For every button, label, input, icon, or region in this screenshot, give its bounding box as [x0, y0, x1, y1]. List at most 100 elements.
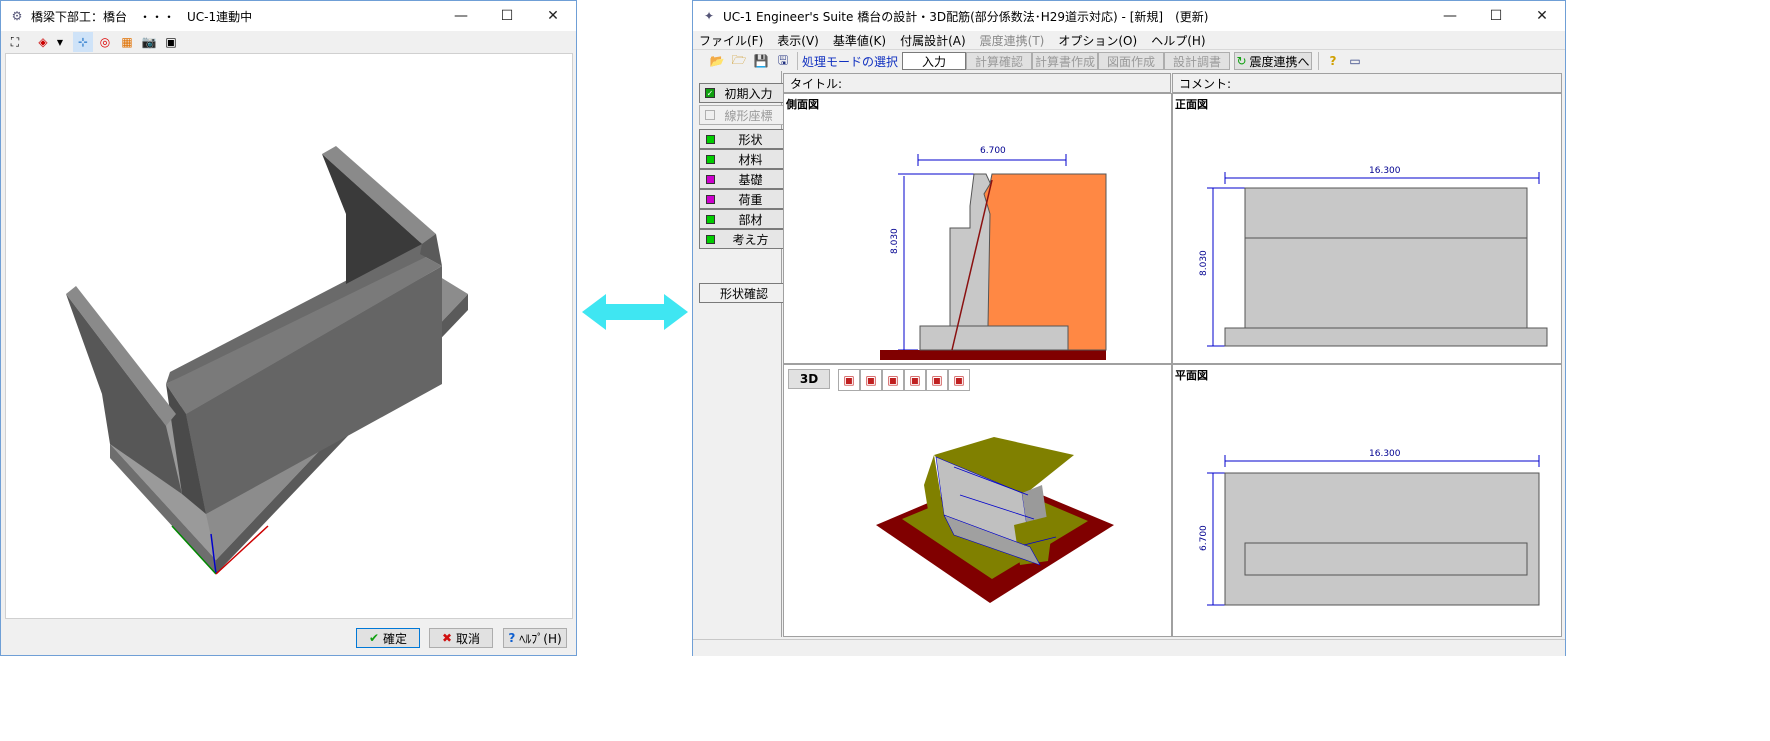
mode-select-label: 処理モードの選択 [802, 54, 899, 69]
side-width-dim: 6.700 [980, 146, 1006, 156]
close-icon[interactable]: ✕ [530, 1, 576, 31]
main-app-window: ✦ UC-1 Engineer's Suite 橋台の設計・3D配筋(部分係数法… [692, 0, 1566, 656]
main-toolbar: 📂 🗁 💾 🖫 処理モードの選択 入力 計算確認 計算書作成 図面作成 設計調書… [693, 49, 1565, 72]
maximize-icon[interactable]: ☐ [484, 1, 530, 31]
abutment-3d-model [66, 146, 468, 575]
checkbox-icon [705, 110, 715, 120]
front-view-pane[interactable]: 正面図 16.300 8.030 [1172, 93, 1562, 364]
menu-standard[interactable]: 基準値(K) [833, 32, 886, 49]
side-view-pane[interactable]: 側面図 6.700 8.030 [783, 93, 1172, 364]
help-label: ﾍﾙﾌﾟ(H) [519, 631, 562, 646]
sidebar-item-label: 荷重 [738, 192, 763, 207]
viewer-3d-window: ⚙ 橋梁下部工：橋台 ・・・ UC-1連動中 — ☐ ✕ ⛶ ◈ ▼ ⊹ ◎ ▦… [0, 0, 577, 656]
minimize-icon[interactable]: — [438, 1, 484, 31]
side-view-drawing [880, 154, 1107, 360]
sidebar-item-label: 部材 [738, 212, 763, 227]
title-label: タイトル: [790, 76, 843, 91]
shape-confirm-button[interactable]: 形状確認 [699, 283, 789, 303]
open-recent-icon[interactable]: 🗁 [729, 51, 749, 71]
status-square-icon [706, 134, 715, 144]
target-icon[interactable]: ◎ [95, 32, 115, 52]
status-bar [693, 639, 1565, 656]
design-sheet-button[interactable]: 設計調書 [1164, 52, 1231, 70]
dropdown-arrow-icon[interactable]: ▼ [55, 32, 65, 52]
title-header: タイトル: [783, 73, 1171, 93]
abutment-3d-preview [876, 437, 1114, 603]
sidebar-item-material[interactable]: 材料 [699, 149, 789, 169]
sidebar-item-label: 基礎 [738, 172, 763, 187]
sidebar-item-label: 考え方 [732, 232, 769, 247]
cancel-button[interactable]: ✖ 取消 [429, 628, 493, 648]
menu-help[interactable]: ヘルプ(H) [1151, 32, 1205, 49]
link-arrow-icon [582, 294, 688, 330]
status-square-icon [706, 194, 715, 204]
menu-file[interactable]: ファイル(F) [699, 32, 763, 49]
sidebar-item-label: 材料 [738, 152, 763, 167]
right-window-title: UC-1 Engineer's Suite 橋台の設計・3D配筋(部分係数法･H… [723, 9, 1209, 24]
sidebar-item-load[interactable]: 荷重 [699, 189, 789, 209]
plan-view-drawing [1207, 455, 1540, 606]
sidebar-item-foundation[interactable]: 基礎 [699, 169, 789, 189]
left-window-title: 橋梁下部工：橋台 ・・・ UC-1連動中 [31, 9, 253, 24]
status-square-icon [706, 214, 715, 224]
view-mode-icon[interactable]: ◈ [33, 32, 53, 52]
status-square-icon [706, 234, 715, 244]
save-icon[interactable]: 💾 [751, 51, 771, 71]
view-3d-pane[interactable]: 3D ▣ ▣ ▣ ▣ ▣ ▣ [783, 364, 1172, 637]
menu-attached[interactable]: 付属設計(A) [900, 32, 966, 49]
ok-button[interactable]: ✔ 確定 [356, 628, 420, 648]
info-card-icon[interactable]: ▭ [1345, 51, 1365, 71]
sidebar: ✓ 初期入力 線形座標 形状 材料 基礎 荷重 部材 考え方 形状確認 [693, 71, 789, 637]
film-icon[interactable]: ▣ [161, 32, 181, 52]
seismic-link-label: 震度連携へ [1249, 54, 1310, 69]
open-folder-icon[interactable]: 📂 [707, 51, 727, 71]
drawing-create-button[interactable]: 図面作成 [1098, 52, 1165, 70]
sidebar-item-shape[interactable]: 形状 [699, 129, 789, 149]
fit-view-icon[interactable]: ⛶ [5, 32, 25, 52]
sidebar-item-label: 形状 [738, 132, 763, 147]
plan-view-pane[interactable]: 平面図 16.300 6.700 [1172, 364, 1562, 637]
maximize-icon[interactable]: ☐ [1473, 1, 1519, 31]
left-title-bar: ⚙ 橋梁下部工：橋台 ・・・ UC-1連動中 — ☐ ✕ [1, 1, 576, 31]
camera-icon[interactable]: 📷 [139, 32, 159, 52]
ok-label: 確定 [383, 631, 408, 646]
front-height-dim: 8.030 [1199, 250, 1209, 276]
initial-input-label: 初期入力 [724, 86, 773, 101]
initial-input-button[interactable]: ✓ 初期入力 [699, 83, 789, 103]
menu-options[interactable]: オプション(O) [1058, 32, 1137, 49]
menu-seismic[interactable]: 震度連携(T) [980, 32, 1045, 49]
question-icon: ? [508, 631, 516, 645]
sidebar-item-member[interactable]: 部材 [699, 209, 789, 229]
front-width-dim: 16.300 [1369, 166, 1401, 176]
save-as-icon[interactable]: 🖫 [773, 51, 793, 71]
comment-label: コメント: [1179, 76, 1232, 91]
left-toolbar: ⛶ ◈ ▼ ⊹ ◎ ▦ 📷 ▣ [5, 31, 183, 53]
side-height-dim: 8.030 [890, 228, 900, 254]
plan-width-dim: 16.300 [1369, 449, 1401, 459]
app-logo-icon: ✦ [703, 9, 715, 23]
report-create-button[interactable]: 計算書作成 [1032, 52, 1099, 70]
status-square-icon [706, 154, 715, 164]
calc-check-button[interactable]: 計算確認 [966, 52, 1033, 70]
comment-header: コメント: [1172, 73, 1562, 93]
minimize-icon[interactable]: — [1427, 1, 1473, 31]
axis-icon[interactable]: ⊹ [73, 32, 93, 52]
viewport-3d[interactable] [5, 53, 573, 619]
menu-view[interactable]: 表示(V) [777, 32, 819, 49]
refresh-icon: ↻ [1236, 54, 1247, 68]
shape-confirm-label: 形状確認 [719, 286, 768, 301]
seismic-link-button[interactable]: ↻ 震度連携へ [1234, 52, 1313, 70]
linear-coord-button: 線形座標 [699, 105, 789, 125]
front-view-drawing [1207, 172, 1548, 347]
color-grid-icon[interactable]: ▦ [117, 32, 137, 52]
input-mode-button[interactable]: 入力 [902, 52, 967, 70]
linear-coord-label: 線形座標 [724, 108, 773, 123]
help-button[interactable]: ? ﾍﾙﾌﾟ(H) [503, 628, 567, 648]
cancel-label: 取消 [456, 631, 481, 646]
close-icon[interactable]: ✕ [1519, 1, 1565, 31]
help-question-icon[interactable]: ? [1323, 51, 1343, 71]
menu-bar: ファイル(F) 表示(V) 基準値(K) 付属設計(A) 震度連携(T) オプシ… [693, 31, 1565, 49]
status-square-icon [706, 174, 715, 184]
app-icon: ⚙ [11, 9, 23, 23]
sidebar-item-approach[interactable]: 考え方 [699, 229, 789, 249]
